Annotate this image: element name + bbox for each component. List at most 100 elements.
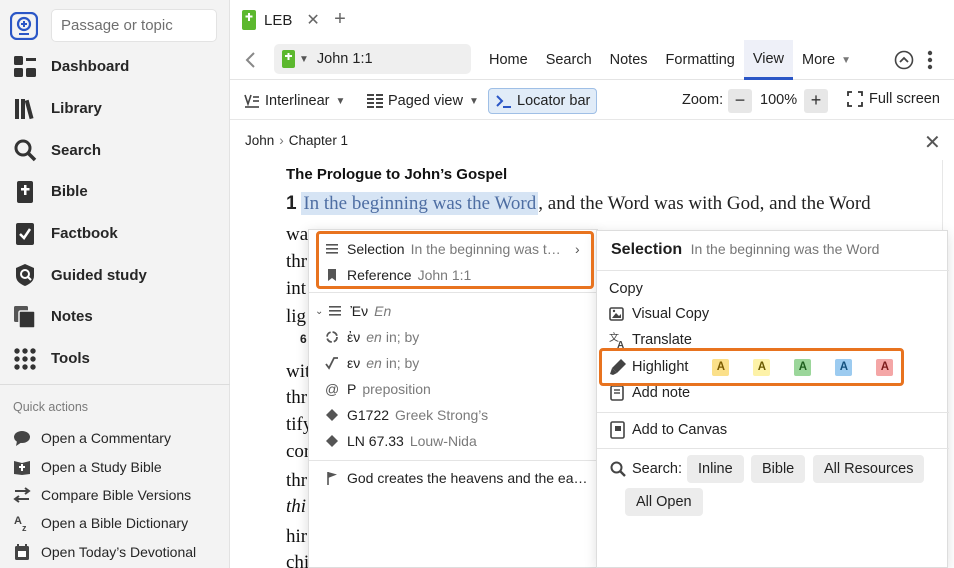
full-screen-button[interactable]: Full screen [847, 91, 940, 107]
quick-action-study-bible[interactable]: Open a Study Bible [0, 452, 230, 480]
menu-more[interactable]: More ▼ [793, 40, 860, 80]
menu-formatting[interactable]: Formatting [657, 40, 744, 80]
sidebar-item-label: Dashboard [51, 58, 130, 76]
verse-text-fragment: hir [286, 526, 308, 547]
search-inline-button[interactable]: Inline [687, 455, 744, 483]
add-to-canvas-button[interactable]: Add to Canvas [609, 418, 727, 442]
morph-code: P [347, 381, 357, 397]
sidebar-item-tools[interactable]: Tools [0, 338, 230, 380]
paged-view-button[interactable]: Paged view ▼ [366, 88, 479, 114]
sidebar-item-factbook[interactable]: Factbook [0, 213, 230, 255]
interlinear-button[interactable]: Interlinear ▼ [243, 88, 345, 114]
root-icon [325, 356, 339, 370]
panel-divider [597, 270, 949, 271]
notes-icon [12, 304, 38, 330]
sidebar-item-label: Search [51, 141, 102, 159]
verse-number[interactable]: 1 [286, 193, 297, 214]
search-icon [12, 137, 38, 163]
quick-action-devotional[interactable]: Open Today’s Devotional [0, 538, 230, 566]
lines-icon [328, 304, 342, 318]
verse-text-fragment: chi [286, 552, 310, 568]
search-bible-button[interactable]: Bible [751, 455, 806, 483]
chevron-down-icon[interactable]: ▼ [299, 54, 309, 65]
locator-bar-button[interactable]: Locator bar [488, 88, 598, 114]
context-item-topic[interactable]: God creates the heavens and the ea… [309, 465, 599, 491]
context-divider [309, 292, 599, 293]
new-tab-button[interactable]: + [330, 8, 350, 31]
sidebar-item-dashboard[interactable]: Dashboard [0, 46, 230, 88]
collapse-up-icon[interactable] [894, 50, 914, 70]
greek-translit: En [374, 303, 392, 319]
quick-action-label: Open a Commentary [41, 430, 171, 447]
menu-search[interactable]: Search [537, 40, 601, 80]
sidebar-divider [0, 384, 230, 385]
verse-text[interactable]: , and the Word was with God, and the Wor… [538, 193, 870, 214]
quick-action-label: Open Today’s Devotional [41, 543, 197, 560]
close-tab-icon[interactable]: ✕ [306, 10, 319, 30]
translate-button[interactable]: 文A Translate [609, 328, 692, 352]
highlight-swatch-yellow[interactable]: A [712, 358, 730, 376]
highlight-swatch-red[interactable]: A [876, 358, 894, 376]
sidebar-item-bible[interactable]: Bible [0, 171, 230, 213]
verse-text-fragment: wit [286, 361, 311, 382]
highlight-swatch-green[interactable]: A [794, 358, 812, 376]
context-item-strongs[interactable]: G1722 Greek Strong’s [309, 402, 599, 428]
menu-home[interactable]: Home [480, 40, 537, 80]
lemma: ἐν [347, 329, 361, 345]
context-item-selection[interactable]: Selection In the beginning was t… › [309, 236, 599, 262]
selected-text[interactable]: In the beginning was the Word [301, 192, 539, 215]
quick-action-dictionary[interactable]: Az Open a Bible Dictionary [0, 509, 230, 537]
context-item-greek-word[interactable]: ⌄ Ἐν En [309, 298, 599, 324]
search-all-resources-button[interactable]: All Resources [813, 455, 925, 483]
sidebar-search-input[interactable]: Passage or topic [51, 9, 217, 42]
diamond-icon [325, 408, 339, 422]
visual-copy-button[interactable]: Visual Copy [609, 302, 709, 326]
chevron-down-icon: ▼ [335, 95, 346, 107]
highlight-row[interactable]: Highlight A A A A A [609, 355, 894, 379]
compare-icon [13, 486, 31, 504]
verse-text-fragment: thr [286, 387, 308, 408]
menu-notes[interactable]: Notes [601, 40, 657, 80]
breadcrumb-chapter[interactable]: Chapter 1 [289, 133, 348, 148]
reference-input[interactable]: John 1:1 [317, 51, 373, 67]
zoom-value: 100% [760, 92, 798, 108]
context-item-louw-nida[interactable]: LN 67.33 Louw-Nida [309, 428, 599, 454]
bible-book-icon [282, 50, 295, 68]
search-all-open-button[interactable]: All Open [625, 488, 703, 516]
louw-nida-number: LN 67.33 [347, 433, 404, 449]
locator-bar-label: Locator bar [517, 93, 591, 109]
quick-action-commentary[interactable]: Open a Commentary [0, 424, 230, 452]
morph-desc: preposition [362, 381, 431, 397]
context-item-morphology[interactable]: @ P preposition [309, 376, 599, 402]
verse-text-fragment: thr [286, 470, 308, 491]
reader-toolbar: ▼ John 1:1 Home Search Notes Formatting … [230, 40, 954, 80]
sidebar-item-notes[interactable]: Notes [0, 296, 230, 338]
highlight-swatch-blue[interactable]: A [835, 358, 853, 376]
quick-action-compare[interactable]: Compare Bible Versions [0, 481, 230, 509]
zoom-out-button[interactable]: − [728, 89, 752, 113]
add-note-button[interactable]: Add note [609, 381, 690, 405]
tab-leb[interactable]: LEB ✕ [236, 3, 324, 37]
context-item-root[interactable]: εν en in; by [309, 350, 599, 376]
sidebar-item-search[interactable]: Search [0, 129, 230, 171]
quick-action-label: Open a Bible Dictionary [41, 515, 189, 532]
menu-view[interactable]: View [743, 40, 794, 80]
louw-nida-desc: Louw-Nida [409, 433, 477, 449]
zoom-in-button[interactable]: + [804, 89, 828, 113]
interlinear-icon [243, 92, 261, 110]
verse-text-fragment: thi [286, 496, 307, 517]
more-options-icon[interactable] [925, 49, 935, 71]
breadcrumb-book[interactable]: John [245, 133, 274, 148]
context-item-lemma[interactable]: ἐν en in; by [309, 324, 599, 350]
close-locator-icon[interactable]: ✕ [924, 130, 941, 155]
reference-box[interactable]: ▼ John 1:1 [274, 44, 471, 74]
highlight-swatch-light-yellow[interactable]: A [753, 358, 771, 376]
chevron-down-icon: ▼ [841, 54, 851, 66]
guided-study-icon [12, 262, 38, 288]
app-logo-icon[interactable] [10, 12, 38, 40]
context-item-reference[interactable]: Reference John 1:1 [309, 262, 599, 288]
sidebar-item-guided-study[interactable]: Guided study [0, 254, 230, 296]
back-arrow-icon[interactable] [242, 50, 260, 70]
sidebar-item-library[interactable]: Library [0, 88, 230, 130]
verse-number: 6 [300, 332, 307, 346]
